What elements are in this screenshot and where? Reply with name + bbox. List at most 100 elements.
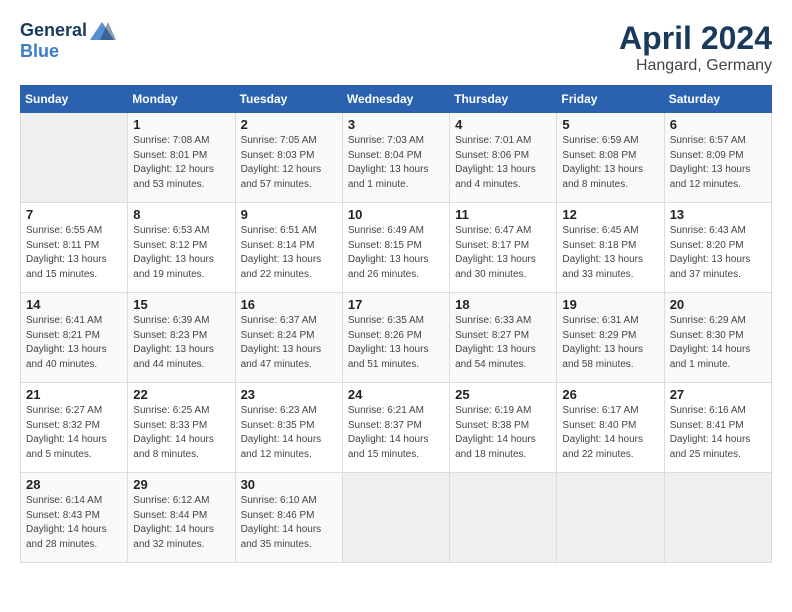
calendar-week-row: 1 Sunrise: 7:08 AM Sunset: 8:01 PM Daylig… xyxy=(21,113,772,203)
location-subtitle: Hangard, Germany xyxy=(619,57,772,75)
calendar-cell: 21 Sunrise: 6:27 AM Sunset: 8:32 PM Dayli… xyxy=(21,383,128,473)
day-number: 15 xyxy=(133,297,229,312)
calendar-cell: 13 Sunrise: 6:43 AM Sunset: 8:20 PM Dayli… xyxy=(664,203,771,293)
day-info: Sunrise: 6:33 AM Sunset: 8:27 PM Dayligh… xyxy=(455,314,551,372)
month-title: April 2024 xyxy=(619,20,772,57)
day-info: Sunrise: 6:29 AM Sunset: 8:30 PM Dayligh… xyxy=(670,314,766,372)
calendar-cell: 15 Sunrise: 6:39 AM Sunset: 8:23 PM Dayli… xyxy=(128,293,235,383)
calendar-cell: 4Sunrise: 7:01 AM Sunset: 8:06 PM Daylig… xyxy=(450,113,557,203)
day-info: Sunrise: 6:59 AM Sunset: 8:08 PM Dayligh… xyxy=(562,134,658,192)
day-number: 8 xyxy=(133,207,229,222)
calendar-cell: 22 Sunrise: 6:25 AM Sunset: 8:33 PM Dayli… xyxy=(128,383,235,473)
day-number: 12 xyxy=(562,207,658,222)
calendar-cell: 11Sunrise: 6:47 AM Sunset: 8:17 PM Dayli… xyxy=(450,203,557,293)
day-info: Sunrise: 6:41 AM Sunset: 8:21 PM Dayligh… xyxy=(26,314,122,372)
calendar-cell xyxy=(557,473,664,563)
calendar-cell: 23 Sunrise: 6:23 AM Sunset: 8:35 PM Dayli… xyxy=(235,383,342,473)
calendar-cell: 28Sunrise: 6:14 AM Sunset: 8:43 PM Dayli… xyxy=(21,473,128,563)
col-header-friday: Friday xyxy=(557,86,664,113)
day-number: 20 xyxy=(670,297,766,312)
calendar-cell: 18 Sunrise: 6:33 AM Sunset: 8:27 PM Dayli… xyxy=(450,293,557,383)
page-header: General Blue April 2024 Hangard, Germany xyxy=(20,20,772,75)
title-block: April 2024 Hangard, Germany xyxy=(619,20,772,75)
day-info: Sunrise: 6:31 AM Sunset: 8:29 PM Dayligh… xyxy=(562,314,658,372)
day-info: Sunrise: 6:25 AM Sunset: 8:33 PM Dayligh… xyxy=(133,404,229,462)
day-info: Sunrise: 6:57 AM Sunset: 8:09 PM Dayligh… xyxy=(670,134,766,192)
day-info: Sunrise: 6:39 AM Sunset: 8:23 PM Dayligh… xyxy=(133,314,229,372)
calendar-cell: 9Sunrise: 6:51 AM Sunset: 8:14 PM Daylig… xyxy=(235,203,342,293)
day-number: 1 xyxy=(133,117,229,132)
day-info: Sunrise: 6:43 AM Sunset: 8:20 PM Dayligh… xyxy=(670,224,766,282)
calendar-week-row: 21 Sunrise: 6:27 AM Sunset: 8:32 PM Dayli… xyxy=(21,383,772,473)
day-number: 23 xyxy=(241,387,337,402)
day-number: 27 xyxy=(670,387,766,402)
calendar-week-row: 28Sunrise: 6:14 AM Sunset: 8:43 PM Dayli… xyxy=(21,473,772,563)
day-number: 13 xyxy=(670,207,766,222)
calendar-cell: 20 Sunrise: 6:29 AM Sunset: 8:30 PM Dayli… xyxy=(664,293,771,383)
calendar-week-row: 14 Sunrise: 6:41 AM Sunset: 8:21 PM Dayli… xyxy=(21,293,772,383)
calendar-cell: 16Sunrise: 6:37 AM Sunset: 8:24 PM Dayli… xyxy=(235,293,342,383)
day-number: 22 xyxy=(133,387,229,402)
logo-icon xyxy=(88,20,116,42)
col-header-tuesday: Tuesday xyxy=(235,86,342,113)
day-number: 4 xyxy=(455,117,551,132)
day-info: Sunrise: 7:08 AM Sunset: 8:01 PM Dayligh… xyxy=(133,134,229,192)
day-info: Sunrise: 6:27 AM Sunset: 8:32 PM Dayligh… xyxy=(26,404,122,462)
calendar-cell: 8 Sunrise: 6:53 AM Sunset: 8:12 PM Daylig… xyxy=(128,203,235,293)
day-number: 18 xyxy=(455,297,551,312)
day-number: 14 xyxy=(26,297,122,312)
day-info: Sunrise: 6:47 AM Sunset: 8:17 PM Dayligh… xyxy=(455,224,551,282)
day-info: Sunrise: 6:35 AM Sunset: 8:26 PM Dayligh… xyxy=(348,314,444,372)
day-number: 24 xyxy=(348,387,444,402)
day-info: Sunrise: 6:55 AM Sunset: 8:11 PM Dayligh… xyxy=(26,224,122,282)
calendar-cell: 10Sunrise: 6:49 AM Sunset: 8:15 PM Dayli… xyxy=(342,203,449,293)
day-number: 26 xyxy=(562,387,658,402)
logo-text-general: General xyxy=(20,21,87,41)
day-info: Sunrise: 6:12 AM Sunset: 8:44 PM Dayligh… xyxy=(133,494,229,552)
day-number: 7 xyxy=(26,207,122,222)
calendar-cell: 14 Sunrise: 6:41 AM Sunset: 8:21 PM Dayli… xyxy=(21,293,128,383)
day-info: Sunrise: 6:49 AM Sunset: 8:15 PM Dayligh… xyxy=(348,224,444,282)
day-info: Sunrise: 6:21 AM Sunset: 8:37 PM Dayligh… xyxy=(348,404,444,462)
calendar-cell xyxy=(21,113,128,203)
col-header-monday: Monday xyxy=(128,86,235,113)
calendar-cell: 17 Sunrise: 6:35 AM Sunset: 8:26 PM Dayli… xyxy=(342,293,449,383)
day-number: 2 xyxy=(241,117,337,132)
day-info: Sunrise: 6:17 AM Sunset: 8:40 PM Dayligh… xyxy=(562,404,658,462)
day-number: 3 xyxy=(348,117,444,132)
calendar-cell: 26 Sunrise: 6:17 AM Sunset: 8:40 PM Dayli… xyxy=(557,383,664,473)
logo-text-blue: Blue xyxy=(20,41,59,61)
day-number: 16 xyxy=(241,297,337,312)
day-info: Sunrise: 6:45 AM Sunset: 8:18 PM Dayligh… xyxy=(562,224,658,282)
day-number: 5 xyxy=(562,117,658,132)
day-number: 17 xyxy=(348,297,444,312)
day-number: 6 xyxy=(670,117,766,132)
day-number: 30 xyxy=(241,477,337,492)
calendar-cell: 27Sunrise: 6:16 AM Sunset: 8:41 PM Dayli… xyxy=(664,383,771,473)
day-number: 19 xyxy=(562,297,658,312)
calendar-cell: 6 Sunrise: 6:57 AM Sunset: 8:09 PM Daylig… xyxy=(664,113,771,203)
col-header-thursday: Thursday xyxy=(450,86,557,113)
day-info: Sunrise: 6:53 AM Sunset: 8:12 PM Dayligh… xyxy=(133,224,229,282)
logo: General Blue xyxy=(20,20,116,62)
day-number: 25 xyxy=(455,387,551,402)
day-info: Sunrise: 6:10 AM Sunset: 8:46 PM Dayligh… xyxy=(241,494,337,552)
day-number: 21 xyxy=(26,387,122,402)
day-info: Sunrise: 7:03 AM Sunset: 8:04 PM Dayligh… xyxy=(348,134,444,192)
day-number: 28 xyxy=(26,477,122,492)
calendar-cell xyxy=(664,473,771,563)
calendar-table: SundayMondayTuesdayWednesdayThursdayFrid… xyxy=(20,85,772,563)
col-header-saturday: Saturday xyxy=(664,86,771,113)
day-info: Sunrise: 6:51 AM Sunset: 8:14 PM Dayligh… xyxy=(241,224,337,282)
col-header-sunday: Sunday xyxy=(21,86,128,113)
day-number: 29 xyxy=(133,477,229,492)
calendar-cell: 3 Sunrise: 7:03 AM Sunset: 8:04 PM Daylig… xyxy=(342,113,449,203)
calendar-cell: 19 Sunrise: 6:31 AM Sunset: 8:29 PM Dayli… xyxy=(557,293,664,383)
col-header-wednesday: Wednesday xyxy=(342,86,449,113)
calendar-cell: 1 Sunrise: 7:08 AM Sunset: 8:01 PM Daylig… xyxy=(128,113,235,203)
calendar-cell xyxy=(450,473,557,563)
calendar-cell: 5 Sunrise: 6:59 AM Sunset: 8:08 PM Daylig… xyxy=(557,113,664,203)
calendar-cell: 24 Sunrise: 6:21 AM Sunset: 8:37 PM Dayli… xyxy=(342,383,449,473)
day-info: Sunrise: 6:23 AM Sunset: 8:35 PM Dayligh… xyxy=(241,404,337,462)
calendar-week-row: 7 Sunrise: 6:55 AM Sunset: 8:11 PM Daylig… xyxy=(21,203,772,293)
